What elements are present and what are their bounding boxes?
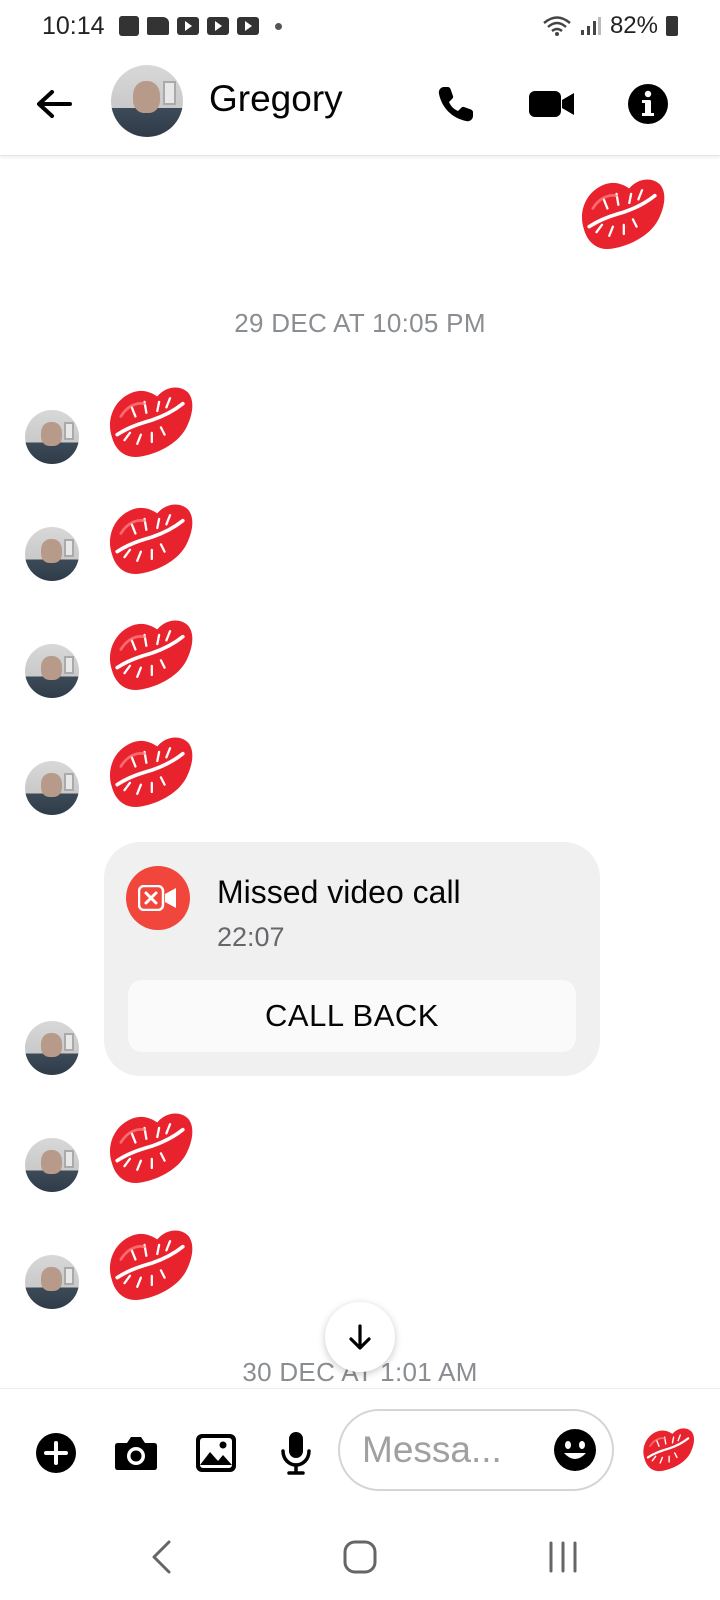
kiss-mark-icon[interactable] xyxy=(640,1419,696,1479)
scroll-to-bottom-button[interactable] xyxy=(325,1302,395,1372)
message-composer xyxy=(0,1388,720,1510)
avatar-photo xyxy=(111,65,183,137)
kiss-mark-emoji[interactable] xyxy=(104,730,196,812)
emoji-icon xyxy=(554,1429,596,1471)
kiss-mark-emoji[interactable] xyxy=(104,613,196,695)
phone-icon xyxy=(438,87,473,122)
sender-avatar[interactable] xyxy=(25,761,79,815)
kiss-mark-emoji[interactable] xyxy=(104,497,196,579)
arrow-down-icon xyxy=(349,1324,371,1350)
youtube-icon xyxy=(236,17,259,35)
call-back-button[interactable]: CALL BACK xyxy=(128,980,576,1052)
contact-avatar[interactable] xyxy=(111,65,183,137)
info-icon xyxy=(628,84,668,124)
message-input[interactable] xyxy=(362,1429,542,1471)
info-button[interactable] xyxy=(622,78,674,130)
sender-avatar[interactable] xyxy=(25,1021,79,1075)
missed-call-title: Missed video call xyxy=(217,874,461,910)
contact-name[interactable]: Gregory xyxy=(209,78,343,120)
back-button[interactable] xyxy=(30,80,78,128)
kiss-mark-emoji[interactable] xyxy=(576,172,668,254)
youtube-icon xyxy=(176,17,199,35)
kiss-mark-emoji[interactable] xyxy=(104,1223,196,1305)
video-call-button[interactable] xyxy=(526,78,578,130)
missed-video-call-icon xyxy=(126,866,190,930)
battery-icon xyxy=(666,16,678,36)
emoji-button[interactable] xyxy=(552,1427,598,1473)
gallery-icon xyxy=(196,1434,236,1472)
kiss-mark-emoji[interactable] xyxy=(104,1106,196,1188)
arrow-left-icon xyxy=(37,90,72,118)
microphone-button[interactable] xyxy=(272,1429,320,1477)
nav-recents-button[interactable] xyxy=(533,1532,593,1582)
camera-button[interactable] xyxy=(112,1429,160,1477)
sender-avatar[interactable] xyxy=(25,410,79,464)
plus-button[interactable] xyxy=(32,1429,80,1477)
camera-icon xyxy=(115,1437,157,1470)
plus-icon xyxy=(36,1433,76,1473)
store-icon xyxy=(118,16,139,36)
chat-header: Gregory xyxy=(0,52,720,156)
back-nav-icon xyxy=(152,1540,171,1574)
status-time: 10:14 xyxy=(42,11,105,40)
video-camera-icon xyxy=(529,91,574,117)
status-right: 82% xyxy=(542,12,678,40)
missed-call-time: 22:07 xyxy=(217,922,285,952)
wifi-icon xyxy=(543,16,571,36)
status-bar: 10:14 82% xyxy=(0,0,720,52)
missed-call-card: Missed video call 22:07 CALL BACK xyxy=(104,842,600,1076)
status-left: 10:14 xyxy=(42,12,282,41)
timestamp: 29 DEC AT 10:05 PM xyxy=(234,308,486,338)
sender-avatar[interactable] xyxy=(25,1255,79,1309)
battery-percent: 82% xyxy=(609,12,658,39)
system-nav-bar xyxy=(0,1510,720,1600)
sender-avatar[interactable] xyxy=(25,644,79,698)
nav-home-button[interactable] xyxy=(330,1532,390,1582)
youtube-icon xyxy=(206,17,229,35)
signal-icon xyxy=(580,17,601,35)
kiss-mark-emoji[interactable] xyxy=(104,380,196,462)
nav-back-button[interactable] xyxy=(131,1532,191,1582)
message-input-container[interactable] xyxy=(338,1409,614,1491)
microphone-icon xyxy=(281,1432,311,1475)
gallery-button[interactable] xyxy=(192,1429,240,1477)
voice-call-button[interactable] xyxy=(430,78,482,130)
recents-nav-icon xyxy=(549,1541,577,1573)
sender-avatar[interactable] xyxy=(25,527,79,581)
home-nav-icon xyxy=(343,1540,377,1574)
sender-avatar[interactable] xyxy=(25,1138,79,1192)
dot-icon xyxy=(274,22,282,30)
folder-icon xyxy=(146,17,169,35)
